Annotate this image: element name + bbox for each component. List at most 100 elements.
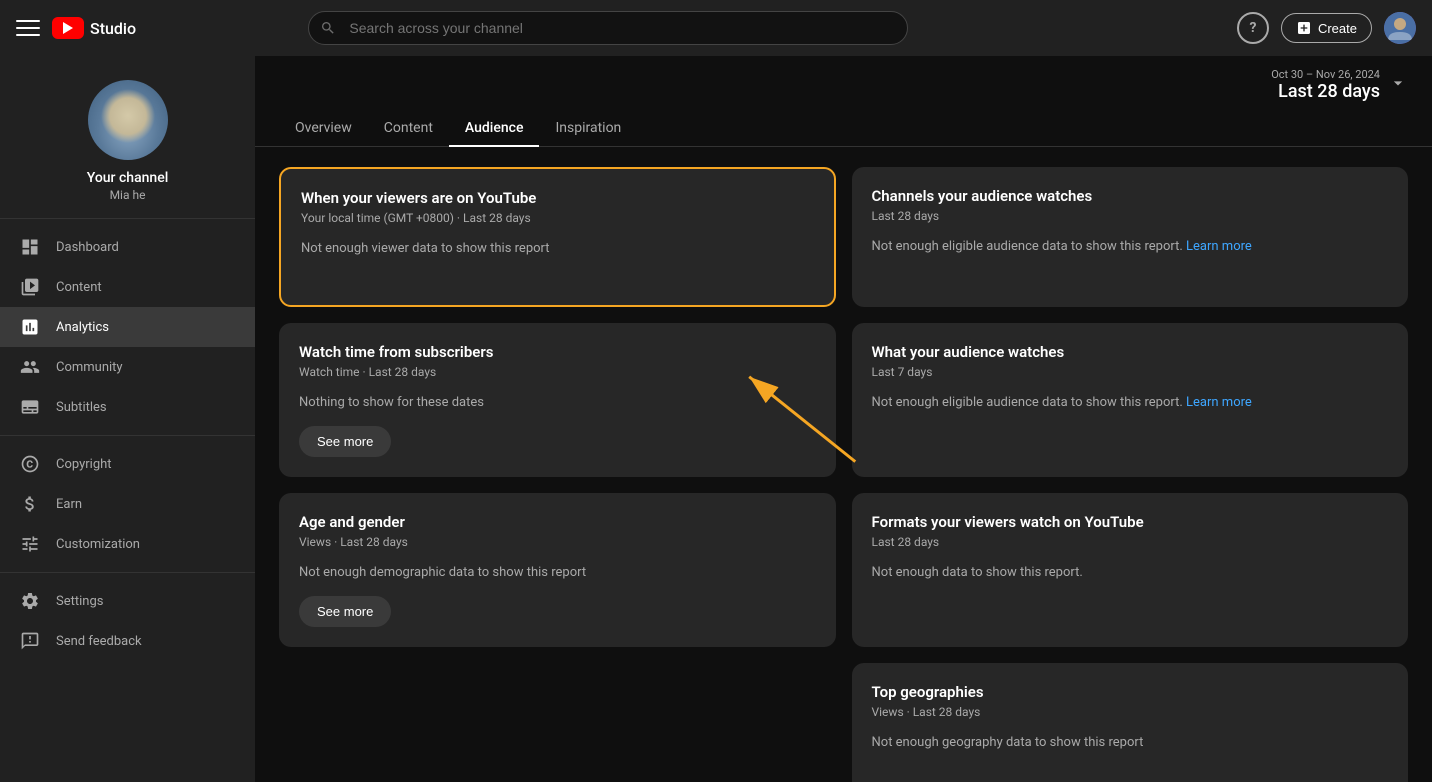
avatar-image: [1384, 12, 1416, 44]
sidebar-item-label-dashboard: Dashboard: [56, 240, 119, 255]
body-layout: Your channel Mia he Dashboard Content: [0, 56, 1432, 782]
feedback-icon: [20, 631, 40, 651]
sidebar-item-label-customization: Customization: [56, 537, 140, 552]
sidebar-item-label-feedback: Send feedback: [56, 634, 142, 649]
card-formats-subtitle: Last 28 days: [872, 535, 1389, 549]
date-range[interactable]: Oct 30 – Nov 26, 2024 Last 28 days: [1271, 68, 1380, 102]
sidebar-item-analytics[interactable]: Analytics: [0, 307, 255, 347]
card-top-geographies: Top geographies Views · Last 28 days Not…: [852, 663, 1409, 782]
sidebar-item-dashboard[interactable]: Dashboard: [0, 227, 255, 267]
tab-audience[interactable]: Audience: [449, 110, 540, 146]
card-viewers-body: Not enough viewer data to show this repo…: [301, 241, 814, 285]
subtitles-icon: [20, 397, 40, 417]
card-what-audience-watches: What your audience watches Last 7 days N…: [852, 323, 1409, 477]
sidebar-item-send-feedback[interactable]: Send feedback: [0, 621, 255, 661]
card-viewers-title: When your viewers are on YouTube: [301, 189, 814, 207]
card-channels-body: Not enough eligible audience data to sho…: [872, 239, 1389, 287]
card-watch-time-body: Nothing to show for these dates: [299, 395, 816, 410]
copyright-icon: [20, 454, 40, 474]
sidebar-divider-1: [0, 435, 255, 436]
card-what-title: What your audience watches: [872, 343, 1389, 361]
card-what-body: Not enough eligible audience data to sho…: [872, 395, 1389, 457]
header-left: Studio: [16, 16, 136, 40]
main-content: Oct 30 – Nov 26, 2024 Last 28 days Overv…: [255, 56, 1432, 782]
youtube-icon: [52, 17, 84, 39]
card-geo-subtitle: Views · Last 28 days: [872, 705, 1389, 719]
sidebar-item-customization[interactable]: Customization: [0, 524, 255, 564]
create-plus-icon: [1296, 20, 1312, 36]
card-what-subtitle: Last 7 days: [872, 365, 1389, 379]
date-range-value: Last 28 days: [1271, 81, 1380, 102]
cards-grid: When your viewers are on YouTube Your lo…: [255, 167, 1432, 782]
community-icon: [20, 357, 40, 377]
card-viewers-on-youtube: When your viewers are on YouTube Your lo…: [279, 167, 836, 307]
watch-time-see-more-button[interactable]: See more: [299, 426, 391, 457]
settings-icon: [20, 591, 40, 611]
sidebar-item-settings[interactable]: Settings: [0, 581, 255, 621]
channel-name: Your channel: [87, 170, 169, 186]
sidebar-item-content[interactable]: Content: [0, 267, 255, 307]
cards-area: When your viewers are on YouTube Your lo…: [255, 167, 1432, 782]
tab-content[interactable]: Content: [368, 110, 449, 146]
app-header: Studio ? Create: [0, 0, 1432, 56]
card-viewers-subtitle: Your local time (GMT +0800) · Last 28 da…: [301, 211, 814, 225]
sidebar-item-earn[interactable]: Earn: [0, 484, 255, 524]
sidebar-item-label-community: Community: [56, 360, 123, 375]
menu-icon[interactable]: [16, 16, 40, 40]
tab-overview[interactable]: Overview: [279, 110, 368, 146]
analytics-tabs: Overview Content Audience Inspiration: [255, 110, 1432, 147]
content-icon: [20, 277, 40, 297]
sidebar-item-label-copyright: Copyright: [56, 457, 112, 472]
card-age-gender: Age and gender Views · Last 28 days Not …: [279, 493, 836, 647]
search-bar[interactable]: [308, 11, 908, 45]
studio-label: Studio: [90, 19, 136, 38]
card-channels-title: Channels your audience watches: [872, 187, 1389, 205]
card-formats-title: Formats your viewers watch on YouTube: [872, 513, 1389, 531]
sidebar-item-label-settings: Settings: [56, 594, 103, 609]
card-watch-time-subtitle: Watch time · Last 28 days: [299, 365, 816, 379]
card-watch-time: Watch time from subscribers Watch time ·…: [279, 323, 836, 477]
search-input[interactable]: [308, 11, 908, 45]
avatar[interactable]: [1384, 12, 1416, 44]
date-range-chevron[interactable]: [1388, 73, 1408, 97]
channel-info: Your channel Mia he: [0, 56, 255, 219]
sidebar-item-community[interactable]: Community: [0, 347, 255, 387]
sidebar-divider-2: [0, 572, 255, 573]
search-icon: [320, 20, 336, 36]
card-geo-body: Not enough geography data to show this r…: [872, 735, 1389, 782]
card-formats-body: Not enough data to show this report.: [872, 565, 1389, 627]
customization-icon: [20, 534, 40, 554]
date-range-label: Oct 30 – Nov 26, 2024: [1271, 68, 1380, 81]
card-age-gender-title: Age and gender: [299, 513, 816, 531]
channel-handle: Mia he: [110, 188, 146, 202]
channel-avatar[interactable]: [88, 80, 168, 160]
channels-learn-more-link[interactable]: Learn more: [1186, 239, 1252, 254]
card-age-gender-subtitle: Views · Last 28 days: [299, 535, 816, 549]
age-gender-see-more-button[interactable]: See more: [299, 596, 391, 627]
card-channels-subtitle: Last 28 days: [872, 209, 1389, 223]
card-geo-title: Top geographies: [872, 683, 1389, 701]
channel-avatar-image: [88, 80, 168, 160]
earn-icon: [20, 494, 40, 514]
tab-inspiration[interactable]: Inspiration: [539, 110, 637, 146]
create-button[interactable]: Create: [1281, 13, 1372, 43]
create-label: Create: [1318, 21, 1357, 36]
help-button[interactable]: ?: [1237, 12, 1269, 44]
card-age-gender-footer: See more: [299, 596, 816, 627]
sidebar-item-subtitles[interactable]: Subtitles: [0, 387, 255, 427]
sidebar-item-label-subtitles: Subtitles: [56, 400, 107, 415]
dashboard-icon: [20, 237, 40, 257]
card-watch-time-footer: See more: [299, 426, 816, 457]
card-formats: Formats your viewers watch on YouTube La…: [852, 493, 1409, 647]
sidebar-item-label-earn: Earn: [56, 497, 82, 512]
sidebar-item-copyright[interactable]: Copyright: [0, 444, 255, 484]
card-watch-time-title: Watch time from subscribers: [299, 343, 816, 361]
header-right: ? Create: [1237, 12, 1416, 44]
date-header: Oct 30 – Nov 26, 2024 Last 28 days: [255, 56, 1432, 110]
sidebar-item-label-analytics: Analytics: [56, 320, 109, 335]
sidebar-item-label-content: Content: [56, 280, 102, 295]
card-age-gender-body: Not enough demographic data to show this…: [299, 565, 816, 580]
analytics-icon: [20, 317, 40, 337]
what-audience-learn-more-link[interactable]: Learn more: [1186, 395, 1252, 410]
logo[interactable]: Studio: [52, 17, 136, 39]
